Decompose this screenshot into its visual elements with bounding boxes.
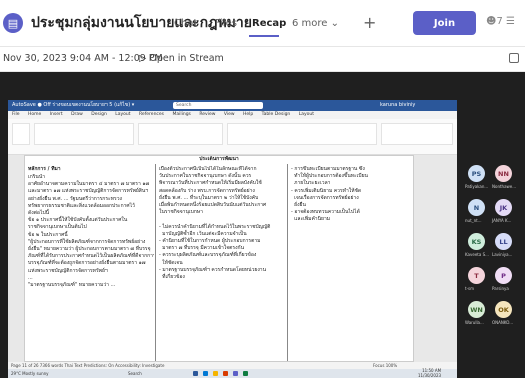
menu-file: File bbox=[12, 112, 20, 117]
active-tab-indicator bbox=[249, 35, 279, 37]
participant-name: Laviniya... bbox=[492, 252, 513, 257]
more-tabs-label: 6 more bbox=[292, 18, 328, 29]
participant-avatar: WN bbox=[468, 301, 485, 318]
add-tab-icon[interactable]: + bbox=[363, 13, 376, 32]
recording-video[interactable]: AutoSave ● Off ร่างขอบเขตงานนโยบายฯ 5 (แ… bbox=[0, 72, 525, 378]
styles-group bbox=[227, 123, 377, 145]
table-divider bbox=[155, 164, 156, 361]
participants-indicator[interactable]: ☻7 ☰ bbox=[486, 16, 515, 27]
participant-name: Parsinya bbox=[492, 286, 509, 291]
paragraph-group bbox=[138, 123, 223, 145]
doc-column-header: ประเด็นการพัฒนา bbox=[199, 156, 239, 162]
menu-table-layout: Layout bbox=[298, 112, 315, 117]
teams-taskbar-icon bbox=[233, 371, 238, 376]
open-in-stream-link[interactable]: ▷ Open in Stream bbox=[139, 53, 224, 64]
powerpoint-taskbar-icon bbox=[223, 371, 228, 376]
participant-count: 7 bbox=[496, 16, 503, 27]
edge-taskbar-icon bbox=[203, 371, 208, 376]
word-ribbon bbox=[8, 119, 457, 155]
doc-heading: หลักการ / ที่มา bbox=[28, 166, 61, 172]
expand-icon[interactable] bbox=[509, 53, 519, 63]
word-window-title: AutoSave ● Off ร่างขอบเขตงานนโยบายฯ 5 (แ… bbox=[12, 102, 135, 108]
status-left: Page 11 of 26 7366 words Thai Text Predi… bbox=[11, 363, 165, 368]
menu-layout: Layout bbox=[115, 112, 131, 117]
menu-home: Home bbox=[27, 112, 42, 117]
menu-view: View bbox=[223, 112, 235, 117]
shared-screen: AutoSave ● Off ร่างขอบเขตงานนโยบายฯ 5 (แ… bbox=[8, 100, 457, 378]
taskbar-search: Search bbox=[128, 371, 142, 376]
menu-help: Help bbox=[242, 112, 254, 117]
document-area: ประเด็นการพัฒนา หลักการ / ที่มา เกริ่นนำ… bbox=[8, 155, 457, 362]
menu-icon[interactable]: ☰ bbox=[506, 16, 515, 27]
taskbar-date: 11/30/2023 bbox=[418, 372, 442, 378]
participant-avatar: T bbox=[468, 267, 485, 284]
menu-design: Design bbox=[91, 112, 107, 117]
taskbar-weather: 29°C Mostly sunny bbox=[11, 371, 49, 376]
menu-references: References bbox=[139, 112, 165, 117]
taskbar-clock: 11:50 AM 11/30/2023 bbox=[418, 368, 442, 378]
doc-column-3: - การขึ้นทะเบียนตามมาตรฐาน ซึ่ง ทำให้ผู้… bbox=[291, 166, 368, 223]
tab-more[interactable]: 6 more ⌄ bbox=[292, 18, 339, 29]
participant-avatar: NN bbox=[495, 165, 512, 182]
word-menu-bar: File Home Insert Draw Design Layout Refe… bbox=[8, 111, 457, 119]
font-group bbox=[34, 123, 134, 145]
menu-table-design: Table Design bbox=[261, 112, 291, 117]
meeting-header: ▤ ประชุมกลุ่มงานนโยบายและกฎหมาย Chat Fil… bbox=[0, 0, 525, 46]
table-divider bbox=[287, 164, 288, 361]
join-button[interactable]: Join bbox=[413, 11, 476, 35]
participant-avatar: PS bbox=[468, 165, 485, 182]
people-icon: ☻ bbox=[486, 16, 497, 27]
word-taskbar-icon bbox=[193, 371, 198, 376]
participant-name: Kaveeta S... bbox=[465, 252, 489, 257]
editing-group bbox=[381, 123, 453, 145]
participant-name: ONANKO... bbox=[492, 320, 514, 325]
paste-icon bbox=[12, 123, 30, 145]
word-search-box: Search bbox=[173, 102, 263, 109]
word-user-name: karuna biviniy bbox=[380, 102, 416, 108]
participant-name: Patiyakan... bbox=[465, 184, 489, 189]
document-page: ประเด็นการพัฒนา หลักการ / ที่มา เกริ่นนำ… bbox=[24, 155, 414, 362]
participant-avatar: LL bbox=[495, 233, 512, 250]
participant-avatar: N bbox=[468, 199, 485, 216]
participant-name: Warulla... bbox=[465, 320, 484, 325]
open-in-stream-label: Open in Stream bbox=[149, 53, 224, 64]
tab-chat[interactable]: Chat bbox=[174, 18, 197, 29]
meeting-chat-icon: ▤ bbox=[3, 13, 23, 33]
menu-review: Review bbox=[199, 112, 216, 117]
stream-icon: ▷ bbox=[139, 53, 147, 64]
participant-avatar: P bbox=[495, 267, 512, 284]
tab-recap[interactable]: Recap bbox=[252, 18, 286, 29]
windows-taskbar: 29°C Mostly sunny Search 11:50 AM 11/30/… bbox=[8, 368, 457, 378]
participant-name: nut_nt... bbox=[465, 218, 482, 223]
menu-mailings: Mailings bbox=[172, 112, 191, 117]
menu-draw: Draw bbox=[71, 112, 83, 117]
menu-insert: Insert bbox=[49, 112, 63, 117]
word-status-bar: Page 11 of 26 7366 words Thai Text Predi… bbox=[8, 362, 457, 369]
doc-column-2: เบื้องต้วประกาศนี้เป็นไปได้ในลักษณะที่ได… bbox=[159, 166, 271, 281]
folder-taskbar-icon bbox=[213, 371, 218, 376]
recording-info-bar: Nov 30, 2023 9:04 AM - 12:09 PM ▷ Open i… bbox=[0, 46, 525, 72]
word-title-bar: AutoSave ● Off ร่างขอบเขตงานนโยบายฯ 5 (แ… bbox=[8, 100, 457, 111]
status-right: Focus 100% bbox=[373, 363, 398, 368]
participant-name: JANYA K... bbox=[492, 218, 512, 223]
excel-taskbar-icon bbox=[243, 371, 248, 376]
participant-name: Nonthawe... bbox=[492, 184, 517, 189]
participant-avatar: KS bbox=[468, 233, 485, 250]
chevron-down-icon: ⌄ bbox=[330, 18, 340, 29]
participant-avatar: JK bbox=[495, 199, 512, 216]
doc-column-1: เกริ่นนำ อาศัยอำนาจตามความในมาตรา ๔ มาตร… bbox=[28, 174, 154, 289]
tab-files[interactable]: Files bbox=[215, 18, 237, 29]
participant-name: t-sm bbox=[465, 286, 474, 291]
participant-avatar: OK bbox=[495, 301, 512, 318]
